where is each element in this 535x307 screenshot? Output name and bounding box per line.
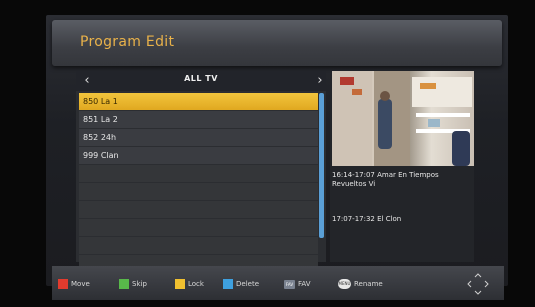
channel-list-panel: ‹ ALL TV › 850 La 1 851 La 2 852 24h 999 Cl… [76,71,326,272]
legend-move-label: Move [71,280,90,288]
footer-legend: Move Skip Lock Delete FAV FAV MENU Renam… [52,266,504,300]
channel-row[interactable]: 852 24h [79,129,318,146]
blue-key-icon [223,279,233,289]
legend-fav[interactable]: FAV FAV [284,278,311,290]
epg-next: 17:07-17:32 El Clon [332,215,402,223]
fav-key-icon: FAV [284,279,295,289]
channel-row[interactable]: 851 La 2 [79,111,318,128]
chevron-right-icon[interactable]: › [312,72,328,90]
dpad-arrows-icon [467,273,489,295]
page-title: Program Edit [80,34,175,50]
empty-row [79,183,318,200]
legend-skip-label: Skip [132,280,147,288]
title-bar: Program Edit [52,20,502,66]
channel-row[interactable]: 850 La 1 [79,93,318,110]
preview-panel: 16:14-17:07 Amar En Tiempos Revueltos Vi… [330,71,474,262]
legend-lock[interactable]: Lock [175,278,204,290]
empty-row [79,237,318,254]
channel-list: 850 La 1 851 La 2 852 24h 999 Clan [79,93,318,273]
scrollbar[interactable] [319,93,324,238]
yellow-key-icon [175,279,185,289]
legend-delete[interactable]: Delete [223,278,259,290]
scroll-thumb[interactable] [319,93,324,238]
epg-current: 16:14-17:07 Amar En Tiempos Revueltos Vi [332,171,439,188]
legend-delete-label: Delete [236,280,259,288]
legend-skip[interactable]: Skip [119,278,147,290]
menu-key-icon: MENU [338,279,351,289]
group-selector[interactable]: ‹ ALL TV › [76,71,326,91]
red-key-icon [58,279,68,289]
legend-lock-label: Lock [188,280,204,288]
empty-row [79,201,318,218]
video-preview [332,71,474,166]
channel-row[interactable]: 999 Clan [79,147,318,164]
legend-rename[interactable]: MENU Rename [338,278,383,290]
empty-row [79,219,318,236]
group-label: ALL TV [184,74,218,83]
legend-fav-label: FAV [298,280,311,288]
legend-rename-label: Rename [354,280,383,288]
legend-move[interactable]: Move [58,278,90,290]
empty-row [79,165,318,182]
green-key-icon [119,279,129,289]
